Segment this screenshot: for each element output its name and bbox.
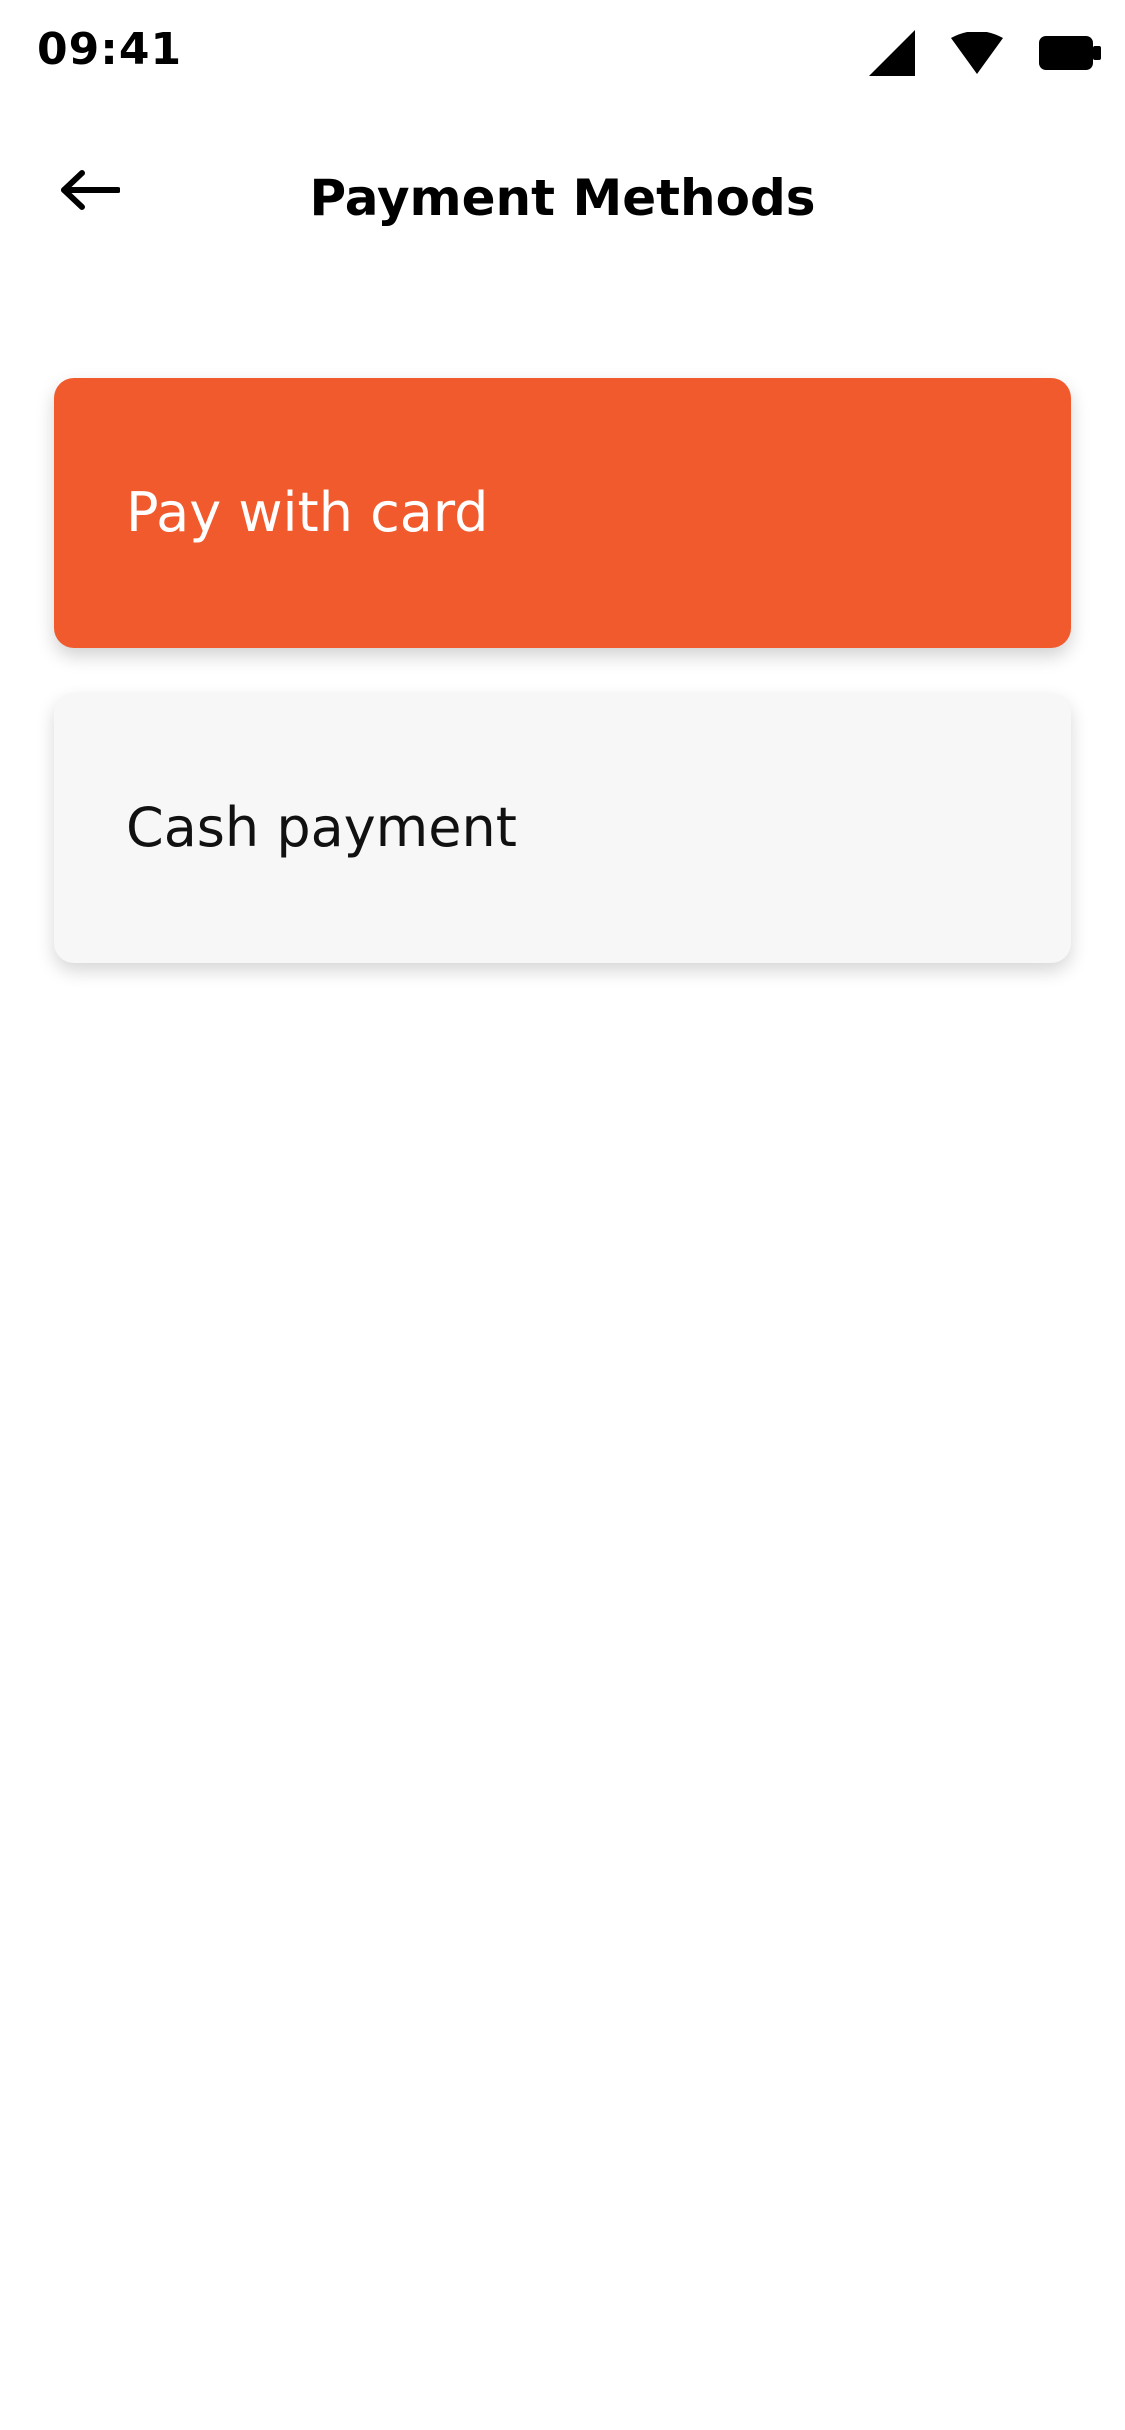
pay-with-card-label: Pay with card (126, 481, 489, 544)
status-icons (869, 28, 1101, 78)
app-bar: Payment Methods (0, 130, 1125, 260)
pay-with-card-button[interactable]: Pay with card (54, 378, 1071, 648)
status-time: 09:41 (37, 24, 183, 75)
cash-payment-button[interactable]: Cash payment (54, 693, 1071, 963)
status-bar: 09:41 (0, 0, 1125, 100)
battery-icon (1039, 36, 1101, 70)
cash-payment-label: Cash payment (126, 796, 517, 859)
wifi-icon (951, 32, 1003, 74)
signal-icon (869, 30, 915, 76)
page-title: Payment Methods (309, 169, 816, 227)
